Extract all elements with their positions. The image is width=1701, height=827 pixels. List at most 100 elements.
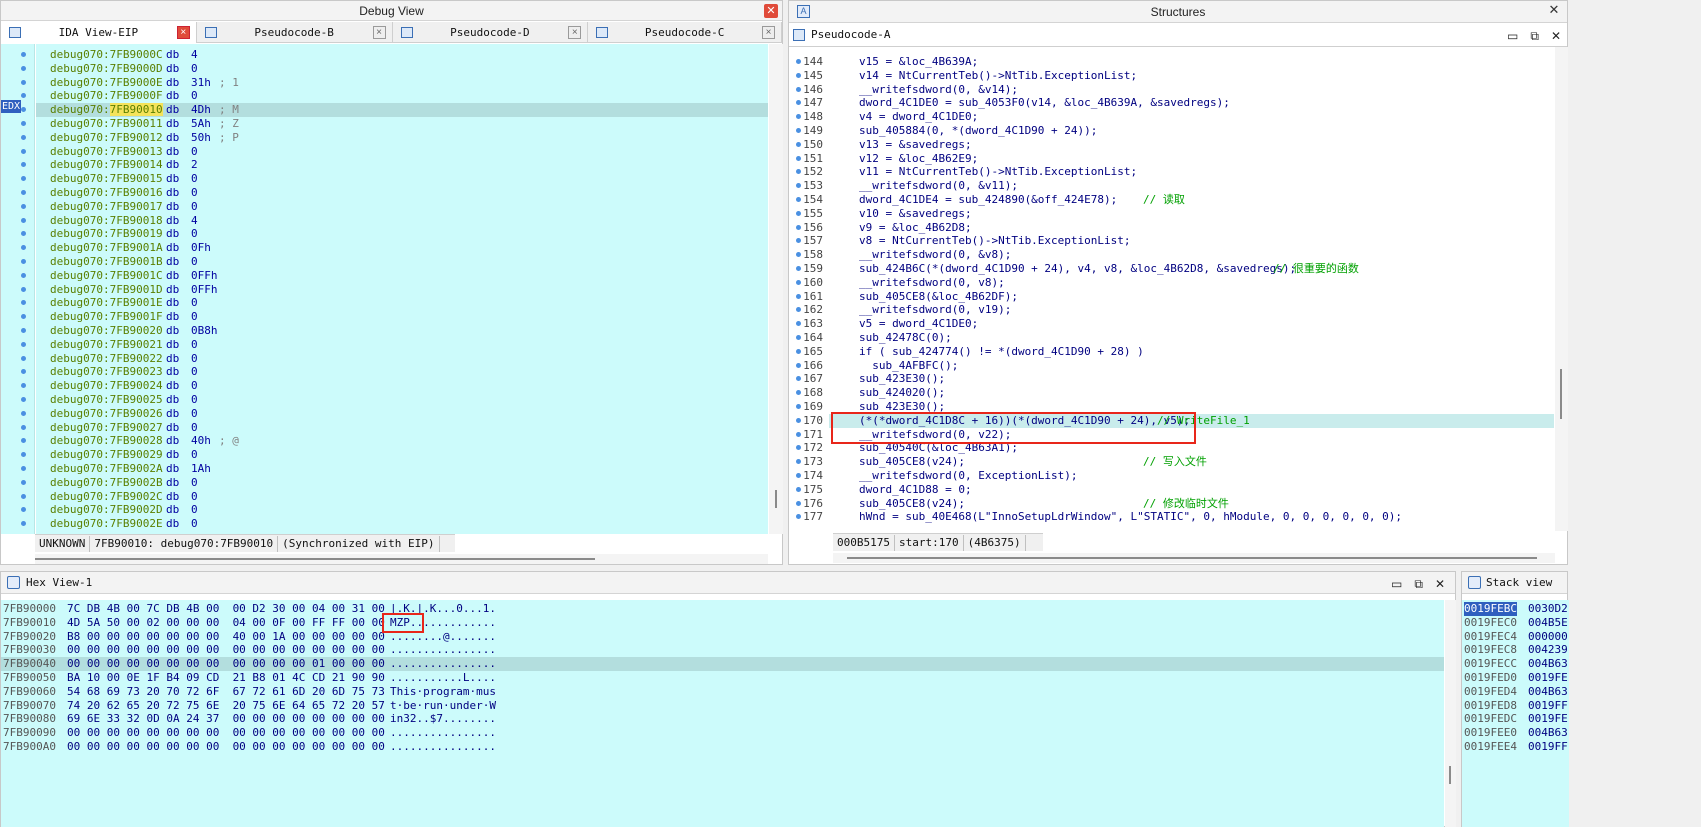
disasm-line[interactable]: debug070:7FB90016 db 0 [36,186,768,200]
close-icon[interactable]: ✕ [764,4,778,18]
pseudocode-line[interactable]: 155 v10 = &savedregs; [803,207,1554,221]
breakpoint-dot[interactable] [21,148,26,154]
scrollbar-thumb[interactable] [847,557,1537,559]
stack-row[interactable]: 0019FEC8 004239 [1462,643,1569,657]
disasm-line[interactable]: debug070:7FB90019 db 0 [36,227,768,241]
hex-row[interactable]: 7FB900A0 00 00 00 00 00 00 00 00 00 00 00… [1,740,1444,754]
disasm-line[interactable]: debug070:7FB90024 db 0 [36,379,768,393]
breakpoint-dot[interactable] [21,493,26,499]
scrollbar-thumb[interactable] [1560,369,1562,419]
pseudocode-line[interactable]: 158 __writefsdword(0, &v8); [803,248,1554,262]
breakpoint-dot[interactable] [21,383,26,389]
disassembly-listing[interactable]: debug070:7FB9000C db 4 debug070:7FB9000D db 0… [36,44,768,534]
disasm-line[interactable]: debug070:7FB9001D db 0FFh [36,283,768,297]
disasm-line[interactable]: debug070:7FB90021 db 0 [36,338,768,352]
stack-row[interactable]: 0019FED8 0019FF [1462,699,1569,713]
disasm-line[interactable]: debug070:7FB90022 db 0 [36,352,768,366]
pseudocode-line[interactable]: 149 sub_405884(0, *(dword_4C1D90 + 24)); [803,124,1554,138]
close-icon[interactable]: ✕ [1435,577,1445,591]
hex-row[interactable]: 7FB90000 7C DB 4B 00 7C DB 4B 00 00 D2 30… [1,602,1444,616]
disasm-line[interactable]: debug070:7FB9002B db 0 [36,476,768,490]
breakpoint-dot[interactable] [21,328,26,333]
stack-listing[interactable]: 0019FEBC 0030D2 0019FEC0 004B5E 0019FEC4 0000… [1462,600,1569,827]
pseudocode-horizontal-scrollbar[interactable] [833,553,1555,563]
tab-pseudocode-c[interactable]: Pseudocode-C × [588,22,782,43]
debug-vertical-scrollbar[interactable] [769,44,783,534]
pseudocode-line[interactable]: 177 hWnd = sub_40E468(L"InnoSetupLdrWindo… [803,510,1554,524]
pseudocode-line[interactable]: 146 __writefsdword(0, &v14); [803,83,1554,97]
pseudocode-line[interactable]: 173 sub_405CE8(v24); // 写入文件 [803,455,1554,469]
minimize-icon[interactable]: ▭ [1391,577,1402,591]
edx-register-marker[interactable]: EDX [1,100,22,113]
breakpoint-dot[interactable] [21,521,26,527]
debug-horizontal-scrollbar[interactable] [35,554,768,564]
pseudocode-line[interactable]: 176 sub_405CE8(v24); // 修改临时文件 [803,497,1554,511]
disasm-line[interactable]: debug070:7FB90023 db 0 [36,365,768,379]
hex-row[interactable]: 7FB90070 74 20 62 65 20 72 75 6E 20 75 6E… [1,699,1444,713]
breakpoint-dot[interactable] [21,65,26,71]
breakpoint-dot[interactable] [21,397,26,402]
disasm-line[interactable]: debug070:7FB90015 db 0 [36,172,768,186]
breakpoint-dot[interactable] [21,452,26,458]
pseudocode-line[interactable]: 159 sub_424B6C(*(dword_4C1D90 + 24), v4, … [803,262,1554,276]
stack-row[interactable]: 0019FECC 004B63 [1462,657,1569,671]
breakpoint-dot[interactable] [21,286,26,292]
breakpoint-dot[interactable] [21,355,26,361]
pseudocode-line[interactable]: 166 sub_4AFBFC(); [803,359,1554,373]
stack-row[interactable]: 0019FED0 0019FE [1462,671,1569,685]
tab-pseudocode-b[interactable]: Pseudocode-B × [197,22,393,43]
breakpoint-dot[interactable] [21,410,26,416]
breakpoint-dot[interactable] [21,93,26,99]
hex-row[interactable]: 7FB90060 54 68 69 73 20 70 72 6F 67 72 61… [1,685,1444,699]
close-icon[interactable]: × [568,26,582,39]
stack-row[interactable]: 0019FEDC 0019FE [1462,712,1569,726]
hex-row[interactable]: 7FB90030 00 00 00 00 00 00 00 00 00 00 00… [1,643,1444,657]
pseudocode-line[interactable]: 165 if ( sub_424774() != *(dword_4C1D90 +… [803,345,1554,359]
breakpoint-dot[interactable] [21,466,26,471]
hex-row[interactable]: 7FB90050 BA 10 00 0E 1F B4 09 CD 21 B8 01… [1,671,1444,685]
close-icon[interactable]: × [176,26,190,39]
breakpoint-dot[interactable] [21,134,26,140]
disasm-line[interactable]: debug070:7FB9001C db 0FFh [36,269,768,283]
disasm-line[interactable]: debug070:7FB90012 db 50h ; P [36,131,768,145]
close-icon[interactable]: ✕ [1551,29,1561,43]
breakpoint-dot[interactable] [21,217,26,223]
disasm-line[interactable]: debug070:7FB90020 db 0B8h [36,324,768,338]
pseudocode-line[interactable]: 145 v14 = NtCurrentTeb()->NtTib.Exception… [803,69,1554,83]
breakpoint-dot[interactable] [21,245,26,251]
scrollbar-thumb[interactable] [1449,766,1451,784]
pseudocode-line[interactable]: 153 __writefsdword(0, &v11); [803,179,1554,193]
disasm-line[interactable]: debug070:7FB9000F db 0 [36,89,768,103]
close-icon[interactable]: × [762,26,775,39]
disasm-line[interactable]: debug070:7FB90028 db 40h ; @ [36,434,768,448]
stack-row[interactable]: 0019FEE0 004B63 [1462,726,1569,740]
breakpoint-dot[interactable] [21,79,26,85]
disasm-line[interactable]: debug070:7FB9000C db 4 [36,48,768,62]
pseudocode-line[interactable]: 156 v9 = &loc_4B62D8; [803,221,1554,235]
stack-row[interactable]: 0019FEBC 0030D2 [1462,602,1569,616]
hex-row[interactable]: 7FB90020 B8 00 00 00 00 00 00 00 40 00 1A… [1,630,1444,644]
tab-ida-view-eip[interactable]: IDA View-EIP × [1,22,197,43]
disasm-line[interactable]: debug070:7FB9001A db 0Fh [36,241,768,255]
pseudocode-line[interactable]: 162 __writefsdword(0, v19); [803,303,1554,317]
breakpoint-dot[interactable] [21,231,26,237]
disasm-line[interactable]: debug070:7FB9000D db 0 [36,62,768,76]
scrollbar-thumb[interactable] [775,490,777,508]
breakpoint-dot[interactable] [21,341,26,347]
pseudocode-listing[interactable]: 144 v15 = &loc_4B639A; 145 v14 = NtCurrentT… [789,55,1554,531]
pseudocode-line[interactable]: 161 sub_405CE8(&loc_4B62DF); [803,290,1554,304]
restore-icon[interactable]: ⧉ [1414,577,1423,592]
breakpoint-dot[interactable] [21,203,26,209]
breakpoint-dot[interactable] [21,176,26,182]
pseudocode-line[interactable]: 168 sub_424020(); [803,386,1554,400]
stack-row[interactable]: 0019FEC0 004B5E [1462,616,1569,630]
pseudocode-line[interactable]: 157 v8 = NtCurrentTeb()->NtTib.ExceptionL… [803,234,1554,248]
disasm-line[interactable]: debug070:7FB90029 db 0 [36,448,768,462]
minimize-icon[interactable]: ▭ [1507,29,1518,43]
pseudocode-line[interactable]: 175 dword_4C1D88 = 0; [803,483,1554,497]
breakpoint-dot[interactable] [21,369,26,375]
pseudocode-line[interactable]: 152 v11 = NtCurrentTeb()->NtTib.Exception… [803,165,1554,179]
breakpoint-dot[interactable] [21,162,26,168]
disasm-line[interactable]: debug070:7FB9000E db 31h ; 1 [36,76,768,90]
breakpoint-dot[interactable] [21,424,26,430]
